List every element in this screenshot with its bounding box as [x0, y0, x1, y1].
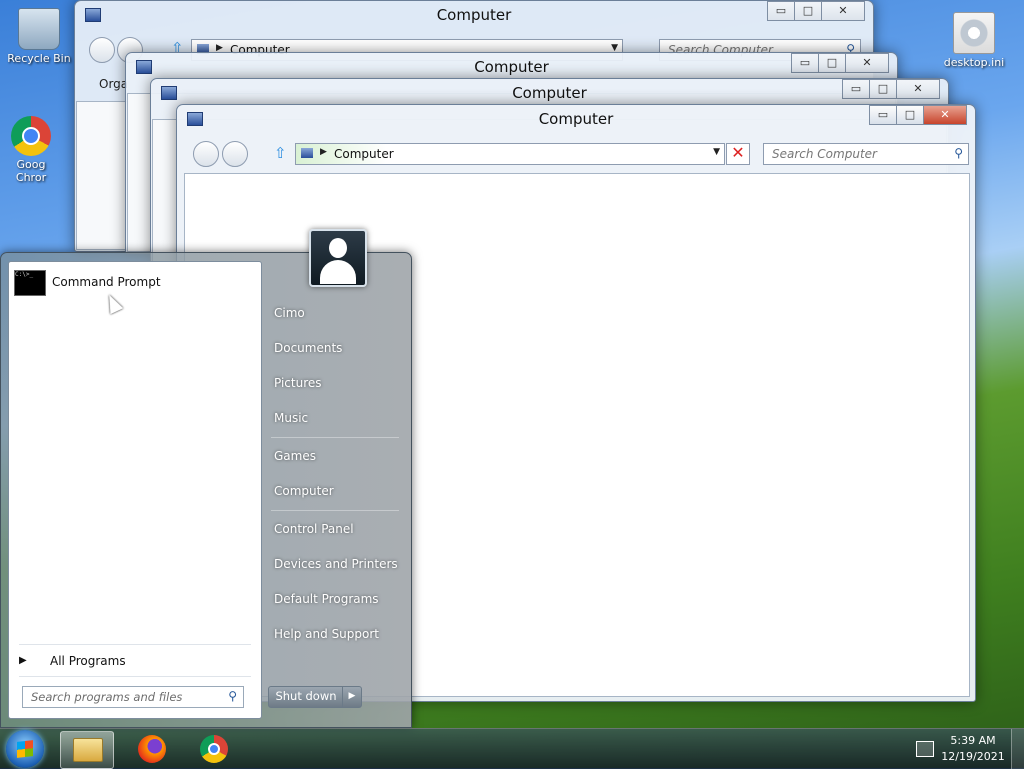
desktop-icon-label: desktop.ini	[943, 56, 1005, 69]
maximize-button[interactable]: □	[869, 79, 897, 99]
menu-item-games[interactable]: Games	[274, 449, 316, 463]
search-placeholder: Search Computer	[772, 147, 877, 161]
windows-logo-icon	[17, 740, 33, 758]
window-controls: ▭ □ ✕	[791, 53, 889, 73]
maximize-button[interactable]: □	[896, 105, 924, 125]
computer-icon	[301, 148, 313, 158]
start-button[interactable]	[6, 730, 44, 768]
divider	[19, 644, 251, 645]
menu-item-pictures[interactable]: Pictures	[274, 376, 322, 390]
folder-icon	[73, 738, 103, 762]
close-button[interactable]: ✕	[821, 1, 865, 21]
start-menu-places-pane: Cimo Documents Pictures Music Games Comp…	[263, 229, 409, 727]
window-title: Computer	[474, 58, 549, 76]
chevron-down-icon[interactable]: ▼	[713, 147, 720, 157]
minimize-button[interactable]: ▭	[767, 1, 795, 21]
address-bar[interactable]: ▶ Computer ▼	[295, 143, 725, 165]
divider	[271, 437, 399, 438]
taskbar-firefox-button[interactable]	[126, 731, 178, 767]
shutdown-options-button[interactable]: ▶	[342, 686, 362, 708]
user-head	[329, 238, 347, 258]
start-menu: C:\>_ Command Prompt ▶ All Programs Sear…	[0, 229, 412, 728]
menu-item-user[interactable]: Cimo	[274, 306, 305, 320]
minimize-button[interactable]: ▭	[842, 79, 870, 99]
network-icon[interactable]	[916, 741, 934, 757]
stop-button[interactable]: ✕	[726, 143, 750, 165]
user-body	[320, 260, 356, 284]
close-button[interactable]: ✕	[923, 105, 967, 125]
firefox-icon	[138, 735, 166, 763]
search-input[interactable]: Search Computer ⚲	[763, 143, 969, 165]
chrome-icon	[200, 735, 228, 763]
menu-item-devices-printers[interactable]: Devices and Printers	[274, 557, 398, 571]
chevron-right-icon: ▶	[320, 147, 327, 157]
menu-item-control-panel[interactable]: Control Panel	[274, 522, 354, 536]
close-button[interactable]: ✕	[896, 79, 940, 99]
window-controls: ▭ □ ✕	[842, 79, 940, 99]
window-controls: ▭ □ ✕	[869, 105, 967, 125]
program-label: Command Prompt	[52, 275, 161, 289]
menu-item-music[interactable]: Music	[274, 411, 308, 425]
maximize-button[interactable]: □	[818, 53, 846, 73]
window-title: Computer	[538, 110, 614, 128]
search-icon: ⚲	[954, 146, 963, 160]
menu-item-default-programs[interactable]: Default Programs	[274, 592, 379, 606]
taskbar-chrome-button[interactable]	[188, 731, 240, 767]
search-icon: ⚲	[228, 689, 237, 703]
menu-item-help-support[interactable]: Help and Support	[274, 627, 379, 641]
settings-file-icon	[953, 12, 995, 54]
chrome-desktop-icon[interactable]: Goog Chror	[0, 116, 62, 184]
recycle-bin-icon	[18, 8, 60, 50]
user-avatar[interactable]	[309, 229, 367, 287]
organize-menu[interactable]: Orga	[99, 77, 128, 91]
back-button[interactable]	[193, 141, 219, 167]
chevron-right-icon: ▶	[19, 655, 27, 666]
command-prompt-icon: C:\>_	[14, 270, 46, 296]
program-command-prompt[interactable]: C:\>_ Command Prompt	[14, 270, 254, 296]
taskbar: 5:39 AM 12/19/2021	[0, 728, 1024, 769]
all-programs-button[interactable]: ▶ All Programs	[19, 652, 249, 672]
show-desktop-button[interactable]	[1011, 729, 1024, 769]
all-programs-label: All Programs	[50, 654, 126, 668]
up-icon[interactable]: ⇧	[274, 144, 287, 162]
address-text: Computer	[334, 147, 394, 161]
menu-item-computer[interactable]: Computer	[274, 484, 334, 498]
close-button[interactable]: ✕	[845, 53, 889, 73]
start-search-input[interactable]: Search programs and files ⚲	[22, 686, 244, 708]
minimize-button[interactable]: ▭	[869, 105, 897, 125]
divider	[271, 510, 399, 511]
minimize-button[interactable]: ▭	[791, 53, 819, 73]
chrome-icon	[11, 116, 51, 156]
taskbar-explorer-button[interactable]	[60, 731, 114, 769]
window-title: Computer	[512, 84, 587, 102]
clock-date: 12/19/2021	[941, 750, 1005, 763]
clock-time: 5:39 AM	[950, 734, 996, 747]
desktop-icon-label: Goog Chror	[15, 158, 47, 184]
divider	[19, 676, 251, 677]
back-button[interactable]	[89, 37, 115, 63]
recycle-bin-desktop-icon[interactable]: Recycle Bin	[3, 8, 75, 65]
window-controls: ▭ □ ✕	[767, 1, 865, 21]
desktop-icon-label: Recycle Bin	[7, 52, 71, 65]
forward-button[interactable]	[222, 141, 248, 167]
menu-item-documents[interactable]: Documents	[274, 341, 342, 355]
maximize-button[interactable]: □	[794, 1, 822, 21]
search-placeholder: Search programs and files	[31, 690, 183, 704]
desktop-ini-icon[interactable]: desktop.ini	[938, 12, 1010, 69]
system-clock[interactable]: 5:39 AM 12/19/2021	[940, 733, 1006, 765]
shutdown-button[interactable]: Shut down	[268, 686, 344, 708]
window-title: Computer	[436, 6, 512, 24]
start-menu-programs-pane: C:\>_ Command Prompt ▶ All Programs Sear…	[8, 261, 262, 719]
